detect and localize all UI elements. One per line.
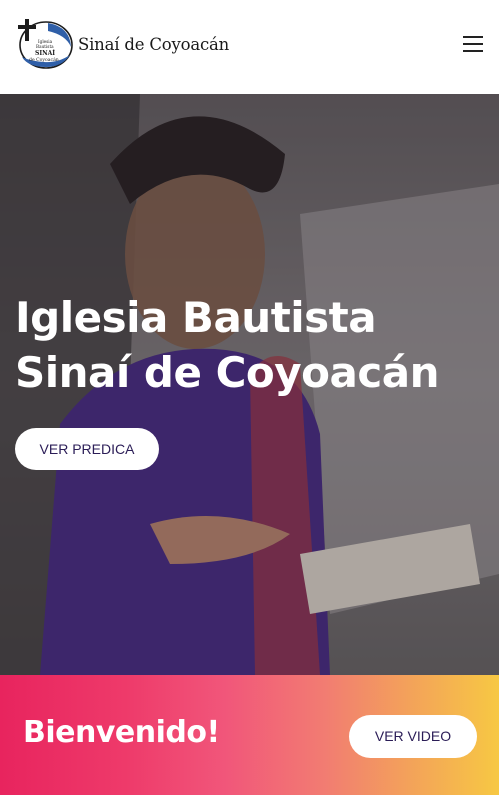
hero-section: Iglesia Bautista Sinaí de Coyoacán VER P…: [0, 94, 499, 675]
hero-title: Iglesia Bautista Sinaí de Coyoacán: [15, 290, 485, 400]
emblem-line-4: de Coyoacán: [29, 56, 59, 63]
church-emblem-icon: Iglesia Bautista SINAÍ de Coyoacán: [18, 19, 73, 69]
hero-title-line-2: Sinaí de Coyoacán: [15, 348, 439, 397]
welcome-title: Bienvenido!: [23, 715, 220, 750]
menu-bar: [463, 50, 483, 52]
hamburger-menu-icon[interactable]: [463, 36, 483, 52]
ver-predica-button[interactable]: VER PREDICA: [15, 428, 159, 470]
hero-title-line-1: Iglesia Bautista: [15, 293, 377, 342]
welcome-banner: Bienvenido! VER VIDEO: [0, 675, 499, 795]
menu-bar: [463, 36, 483, 38]
site-header: Iglesia Bautista SINAÍ de Coyoacán Sinaí…: [0, 0, 499, 94]
site-logo[interactable]: Iglesia Bautista SINAÍ de Coyoacán Sinaí…: [14, 17, 229, 69]
ver-video-button[interactable]: VER VIDEO: [349, 715, 477, 758]
logo-wordmark: Sinaí de Coyoacán: [78, 35, 230, 54]
emblem-line-2: Bautista: [36, 44, 54, 49]
menu-bar: [463, 43, 483, 45]
emblem-line-3: SINAÍ: [35, 50, 55, 57]
